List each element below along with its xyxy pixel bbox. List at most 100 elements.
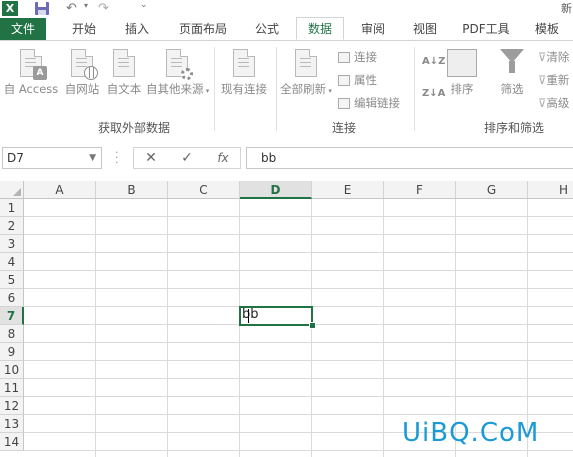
window-title: 新 [561,2,572,15]
gridline [24,288,573,289]
tab-file[interactable]: 文件 [0,18,46,40]
tab-view[interactable]: 视图 [402,18,448,40]
row-header-13[interactable]: 13 [0,415,24,433]
row-header-10[interactable]: 10 [0,361,24,379]
sort-ascending-button[interactable]: A↓Z [422,53,445,67]
column-header-d[interactable]: D [240,181,312,199]
sort-ascending-icon: A↓Z [422,56,446,67]
gridline [24,270,573,271]
tab-page-layout[interactable]: 页面布局 [168,18,238,40]
from-access-label: 自 Access [3,82,59,96]
row-header-5[interactable]: 5 [0,271,24,289]
row-header-3[interactable]: 3 [0,235,24,253]
more-options-icon[interactable]: · · · [115,147,119,168]
group-label-connections: 连接 [332,121,357,135]
tab-home[interactable]: 开始 [58,18,110,40]
row-header-9[interactable]: 9 [0,343,24,361]
web-globe-icon [71,49,98,80]
fill-handle[interactable] [309,322,316,329]
from-other-label: 自其他来源 ▾ [146,82,210,96]
chevron-down-icon: ▾ [203,87,210,95]
excel-logo-icon[interactable]: X [2,1,18,16]
ribbon-separator [414,47,415,131]
gridline [24,252,573,253]
from-access-button[interactable]: A 自 Access [2,49,60,97]
gridline [239,199,240,457]
sort-label: 排序 [450,82,474,96]
enter-icon[interactable]: ✓ [172,148,202,168]
tab-formulas[interactable]: 公式 [244,18,290,40]
row-header-7[interactable]: 7 [0,307,24,325]
from-text-button[interactable]: 自文本 [104,49,144,97]
clear-filter-button[interactable]: ⊽清除 [538,49,569,65]
gridline [24,360,573,361]
tab-insert[interactable]: 插入 [112,18,162,40]
column-header-b[interactable]: B [96,181,168,199]
ribbon-tab-bar: 文件 开始 插入 页面布局 公式 数据 审阅 视图 PDF工具 模板 [0,17,573,41]
group-label-sort-filter: 排序和筛选 [484,121,545,135]
column-header-g[interactable]: G [456,181,528,199]
name-box[interactable]: D7 ▼ [2,147,102,169]
group-label-get-external-data: 获取外部数据 [98,121,171,135]
sort-descending-button[interactable]: Z↓A [422,85,445,99]
column-header-a[interactable]: A [24,181,96,199]
filter-button[interactable]: 筛选 [494,49,530,97]
row-header-1[interactable]: 1 [0,199,24,217]
column-header-c[interactable]: C [168,181,240,199]
title-bar: X ↶ ▾ ↷ ⌄ 新 [0,0,573,18]
refresh-all-label: 全部刷新 ▾ [280,82,332,96]
from-other-sources-button[interactable]: 自其他来源 ▾ [146,49,210,97]
active-cell-d7[interactable]: bb [239,306,313,326]
gridline [167,199,168,457]
row-header-14[interactable]: 14 [0,433,24,451]
cancel-icon[interactable]: ✕ [136,148,166,168]
gridline [24,414,573,415]
formula-input[interactable]: bb [246,147,573,169]
worksheet-grid[interactable]: A B C D E F G H 1 2 3 4 5 6 7 8 9 10 11 12 13 14 bb [0,181,573,457]
tab-data[interactable]: 数据 [296,17,344,40]
gridline [24,396,573,397]
existing-connections-label: 现有连接 [221,82,267,96]
from-web-label: 自网站 [64,82,100,96]
redo-icon[interactable]: ↷ [98,1,114,16]
tab-templates[interactable]: 模板 [524,18,570,40]
ribbon-separator [276,47,277,131]
undo-icon[interactable]: ↶ [66,1,82,16]
formula-buttons: ✕ ✓ fx [133,147,241,169]
column-header-e[interactable]: E [312,181,384,199]
select-all-corner[interactable] [0,181,24,199]
row-header-4[interactable]: 4 [0,253,24,271]
properties-icon [338,75,350,86]
save-icon[interactable] [34,1,50,16]
sort-button[interactable]: 排序 [444,49,480,97]
tab-review[interactable]: 审阅 [350,18,396,40]
row-header-11[interactable]: 11 [0,379,24,397]
row-header-12[interactable]: 12 [0,397,24,415]
customize-quick-access-icon[interactable]: ⌄ [140,0,148,10]
column-header-h[interactable]: H [528,181,573,199]
row-header-8[interactable]: 8 [0,325,24,343]
from-web-button[interactable]: 自网站 [62,49,102,97]
undo-dropdown-icon[interactable]: ▾ [84,1,88,10]
gridline [24,450,573,451]
chevron-down-icon: ▾ [326,87,332,95]
chevron-down-icon[interactable]: ▼ [89,148,96,168]
tab-pdf-tools[interactable]: PDF工具 [454,18,518,40]
gridline [24,216,573,217]
connections-button[interactable]: 连接 [338,49,377,65]
refresh-icon [295,49,317,77]
existing-connections-button[interactable]: 现有连接 [218,49,270,97]
row-header-6[interactable]: 6 [0,289,24,307]
advanced-filter-button[interactable]: ⊽高级 [538,95,569,111]
row-header-2[interactable]: 2 [0,217,24,235]
edit-links-button[interactable]: 编辑链接 [338,95,400,111]
gridline [24,234,573,235]
refresh-all-button[interactable]: 全部刷新 ▾ [280,49,332,97]
column-header-f[interactable]: F [384,181,456,199]
formula-bar: D7 ▼ · · · ✕ ✓ fx bb [0,135,573,181]
gridline [95,199,96,457]
properties-button[interactable]: 属性 [338,72,377,88]
ribbon-separator [214,47,215,131]
reapply-filter-button[interactable]: ⊽重新 [538,72,569,88]
insert-function-icon[interactable]: fx [208,148,238,168]
